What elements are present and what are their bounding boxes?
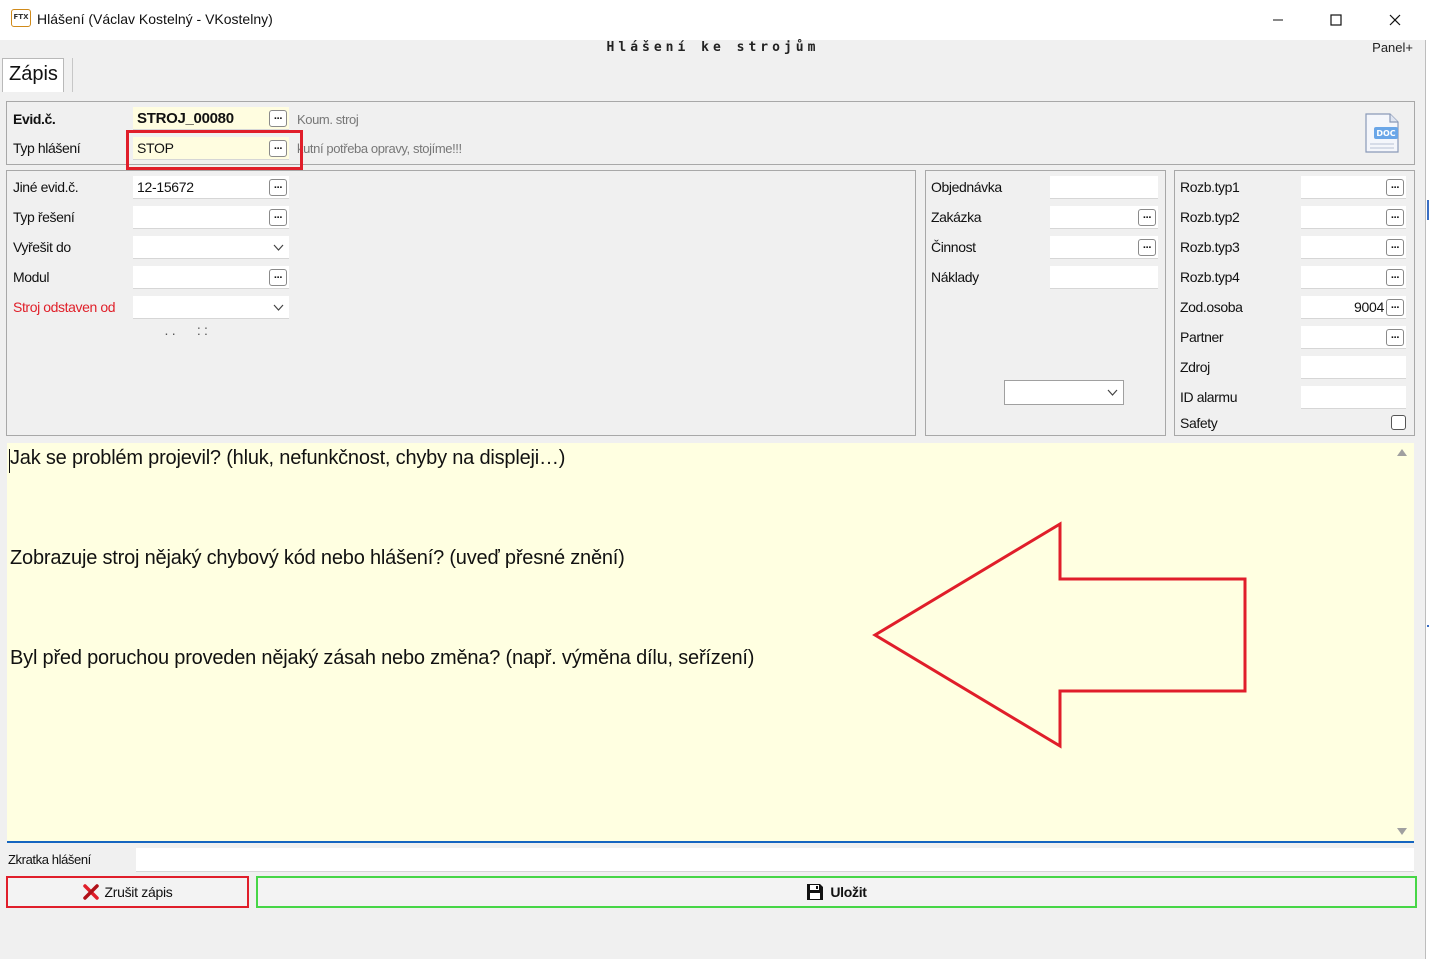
evid-lookup-button[interactable]: ... [269, 110, 287, 127]
objednavka-field[interactable] [1050, 176, 1158, 199]
rozb-typ2-field[interactable]: ... [1301, 206, 1406, 229]
left-details-group: Jiné evid.č. 12-15672 ... Typ řešení ...… [6, 170, 916, 436]
zod-osoba-value: 9004 [1354, 299, 1384, 315]
modul-field[interactable]: ... [133, 266, 289, 289]
rozb-typ2-label: Rozb.typ2 [1180, 209, 1240, 225]
id-alarmu-field[interactable] [1301, 386, 1406, 409]
jine-evid-lookup-button[interactable]: ... [269, 179, 287, 196]
evid-field[interactable]: STROJ_00080 ... [133, 107, 289, 130]
close-button[interactable] [1366, 0, 1424, 40]
rozb-typ4-label: Rozb.typ4 [1180, 269, 1240, 285]
evid-label: Evid.č. [13, 111, 56, 127]
title-bar: FTX Hlášení (Václav Kostelný - VKostelny… [0, 0, 1426, 40]
stroj-odstaven-value: . . : : [164, 322, 208, 338]
chevron-down-icon [273, 304, 284, 311]
stroj-odstaven-label: Stroj odstaven od [13, 299, 116, 315]
window-title: Hlášení (Václav Kostelný - VKostelny) [37, 11, 273, 27]
zod-osoba-lookup-button[interactable]: ... [1386, 299, 1404, 316]
typ-hlaseni-label: Typ hlášení [13, 140, 81, 156]
rozb-typ2-lookup-button[interactable]: ... [1386, 209, 1404, 226]
form-subtitle: Hlášení ke strojům [606, 40, 820, 55]
app-icon: FTX [11, 9, 31, 27]
safety-checkbox[interactable] [1391, 415, 1406, 430]
minimize-button[interactable] [1249, 0, 1307, 40]
description-line-1: Jak se problém projevil? (hluk, nefunkčn… [10, 447, 566, 469]
rozb-typ1-label: Rozb.typ1 [1180, 179, 1240, 195]
rozb-typ4-field[interactable]: ... [1301, 266, 1406, 289]
modul-label: Modul [13, 269, 50, 285]
zkratka-label: Zkratka hlášení [8, 852, 91, 867]
rozb-typ4-lookup-button[interactable]: ... [1386, 269, 1404, 286]
tab-divider [72, 58, 73, 92]
save-button[interactable]: Uložit [256, 876, 1417, 908]
safety-label: Safety [1180, 415, 1218, 431]
chevron-down-icon [273, 244, 284, 251]
zkratka-field[interactable] [136, 848, 1414, 872]
tab-zapis[interactable]: Zápis [2, 58, 64, 92]
panel-plus-link[interactable]: Panel+ [1372, 40, 1413, 55]
zdroj-label: Zdroj [1180, 359, 1210, 375]
partner-field[interactable]: ... [1301, 326, 1406, 349]
jine-evid-label: Jiné evid.č. [13, 179, 79, 195]
svg-text:DOC: DOC [1376, 129, 1395, 138]
annotation-arrow [872, 521, 1247, 749]
modul-lookup-button[interactable]: ... [269, 269, 287, 286]
naklady-label: Náklady [931, 269, 979, 285]
zakazka-field[interactable]: ... [1050, 206, 1158, 229]
rozb-typ3-lookup-button[interactable]: ... [1386, 239, 1404, 256]
maximize-button[interactable] [1307, 0, 1365, 40]
right-details-group: Rozb.typ1 ... Rozb.typ2 ... Rozb.typ3 ..… [1174, 170, 1415, 436]
partner-label: Partner [1180, 329, 1224, 345]
partner-lookup-button[interactable]: ... [1386, 329, 1404, 346]
save-button-label: Uložit [830, 884, 867, 900]
zakazka-label: Zakázka [931, 209, 982, 225]
middle-combo-dropdown[interactable] [1004, 380, 1124, 405]
description-textarea[interactable]: Jak se problém projevil? (hluk, nefunkčn… [7, 443, 1414, 843]
jine-evid-value: 12-15672 [137, 179, 194, 195]
vyresit-do-dropdown[interactable] [133, 236, 289, 259]
scroll-down-arrow[interactable] [1397, 828, 1407, 835]
app-window: FTX Hlášení (Václav Kostelný - VKostelny… [0, 0, 1426, 959]
vyresit-do-label: Vyřešit do [13, 239, 71, 255]
zdroj-field[interactable] [1301, 356, 1406, 379]
typ-reseni-label: Typ řešení [13, 209, 75, 225]
rozb-typ1-field[interactable]: ... [1301, 176, 1406, 199]
rozb-typ1-lookup-button[interactable]: ... [1386, 179, 1404, 196]
id-alarmu-label: ID alarmu [1180, 389, 1238, 405]
stroj-odstaven-datetime[interactable]: . . : : [133, 296, 289, 338]
cinnost-field[interactable]: ... [1050, 236, 1158, 259]
rozb-typ3-field[interactable]: ... [1301, 236, 1406, 259]
close-icon [82, 884, 99, 900]
description-line-2: Zobrazuje stroj nějaký chybový kód nebo … [10, 547, 625, 569]
description-line-3: Byl před poruchou proveden nějaký zásah … [10, 647, 755, 669]
typ-hlaseni-description: kutní potřeba opravy, stojíme!!! [297, 141, 462, 156]
zod-osoba-label: Zod.osoba [1180, 299, 1243, 315]
zakazka-lookup-button[interactable]: ... [1138, 209, 1156, 226]
rozb-typ3-label: Rozb.typ3 [1180, 239, 1240, 255]
scroll-up-arrow[interactable] [1397, 449, 1407, 456]
objednavka-label: Objednávka [931, 179, 1002, 195]
cinnost-label: Činnost [931, 239, 976, 255]
evid-description: Koum. stroj [297, 112, 359, 127]
cinnost-lookup-button[interactable]: ... [1138, 239, 1156, 256]
minimize-icon [1273, 19, 1283, 21]
typ-hlaseni-highlight [126, 130, 303, 170]
maximize-icon [1330, 14, 1342, 26]
cancel-button[interactable]: Zrušit zápis [6, 876, 249, 908]
naklady-field[interactable] [1050, 266, 1158, 289]
floppy-disk-icon [807, 884, 824, 900]
typ-reseni-field[interactable]: ... [133, 206, 289, 229]
close-icon [1389, 14, 1401, 26]
evid-value: STROJ_00080 [137, 110, 234, 127]
chevron-down-icon [1107, 389, 1118, 396]
cancel-button-label: Zrušit zápis [104, 884, 173, 900]
jine-evid-field[interactable]: 12-15672 ... [133, 176, 289, 199]
doc-icon[interactable]: DOC [1362, 112, 1402, 154]
typ-reseni-lookup-button[interactable]: ... [269, 209, 287, 226]
zod-osoba-field[interactable]: 9004 ... [1301, 296, 1406, 319]
